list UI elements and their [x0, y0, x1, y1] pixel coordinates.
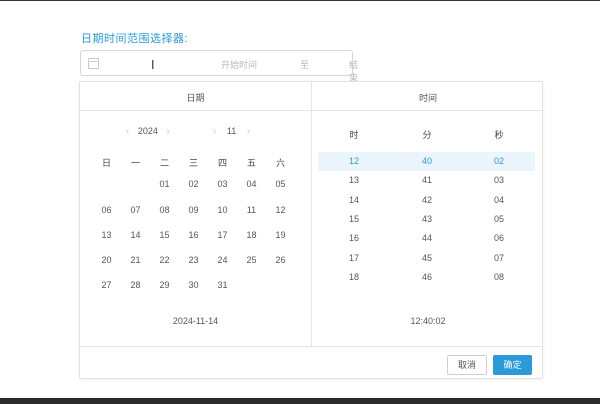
- time-column-header: 时: [349, 130, 359, 140]
- weekday-header: 六: [275, 158, 285, 168]
- chevron-left-icon[interactable]: ‹: [213, 126, 216, 137]
- second-option[interactable]: 08: [469, 268, 529, 287]
- calendar-day[interactable]: 20: [92, 250, 121, 270]
- hour-option[interactable]: 16: [324, 229, 384, 248]
- calendar-day[interactable]: 15: [150, 225, 179, 245]
- column-divider: [311, 82, 312, 346]
- chevron-right-icon[interactable]: ›: [247, 126, 250, 137]
- chevron-left-icon[interactable]: ‹: [126, 126, 129, 137]
- text-cursor-icon: I: [151, 58, 155, 72]
- calendar-day[interactable]: 31: [208, 275, 237, 295]
- hour-option[interactable]: 18: [324, 268, 384, 287]
- hour-option[interactable]: 15: [324, 210, 384, 229]
- hour-option[interactable]: 17: [324, 249, 384, 268]
- window-top-border: [0, 0, 600, 1]
- minute-option[interactable]: 43: [397, 210, 457, 229]
- page-label: 日期时间范围选择器:: [81, 33, 189, 45]
- calendar-day[interactable]: 09: [179, 200, 208, 220]
- minute-option[interactable]: 46: [397, 268, 457, 287]
- time-column-header: 秒: [494, 130, 504, 140]
- footer-divider: [80, 346, 542, 347]
- month-value[interactable]: 11: [227, 126, 236, 136]
- second-option[interactable]: 02: [469, 152, 529, 171]
- calendar-day[interactable]: 19: [266, 225, 295, 245]
- calendar-day[interactable]: 24: [208, 250, 237, 270]
- range-separator: 至: [300, 60, 310, 70]
- datetime-range-input[interactable]: 开始时间 至 结束时间: [80, 50, 358, 109]
- calendar-day[interactable]: 11: [237, 200, 266, 220]
- second-option[interactable]: 06: [469, 229, 529, 248]
- start-time-placeholder[interactable]: 开始时间: [221, 58, 257, 71]
- calendar-day[interactable]: 13: [92, 225, 121, 245]
- minute-option[interactable]: 45: [397, 249, 457, 268]
- calendar-day[interactable]: 08: [150, 200, 179, 220]
- calendar-day[interactable]: 29: [150, 275, 179, 295]
- month-nav: ‹ 11 ›: [213, 126, 250, 137]
- minute-option[interactable]: 40: [397, 152, 457, 171]
- datetime-picker-popup: 日期 时间 ‹ 2024 › ‹ 11 › 日一二三四五六 01 02 03 04 05…: [79, 81, 543, 379]
- weekday-header: 四: [217, 158, 227, 168]
- calendar-day[interactable]: 05: [266, 174, 295, 194]
- second-option[interactable]: 03: [469, 171, 529, 190]
- calendar-day[interactable]: 14: [121, 225, 150, 245]
- calendar-day[interactable]: 21: [121, 250, 150, 270]
- hour-option[interactable]: 14: [324, 191, 384, 210]
- calendar-day[interactable]: 23: [179, 250, 208, 270]
- minute-option[interactable]: 41: [397, 171, 457, 190]
- year-nav: ‹ 2024 ›: [126, 126, 170, 137]
- calendar-day[interactable]: 03: [208, 174, 237, 194]
- year-value[interactable]: 2024: [138, 126, 158, 136]
- calendar-day[interactable]: 22: [150, 250, 179, 270]
- calendar-icon: [88, 58, 99, 69]
- weekday-header: 二: [159, 158, 169, 168]
- minute-option[interactable]: 44: [397, 229, 457, 248]
- calendar-day[interactable]: 28: [121, 275, 150, 295]
- calendar-day[interactable]: 30: [179, 275, 208, 295]
- cancel-button[interactable]: 取消: [447, 355, 487, 375]
- calendar-day[interactable]: 18: [237, 225, 266, 245]
- second-option[interactable]: 04: [469, 191, 529, 210]
- calendar-day[interactable]: 06: [92, 200, 121, 220]
- calendar-day[interactable]: 02: [179, 174, 208, 194]
- calendar-day[interactable]: 26: [266, 250, 295, 270]
- chevron-right-icon[interactable]: ›: [166, 126, 169, 137]
- second-option[interactable]: 05: [469, 210, 529, 229]
- second-option[interactable]: 07: [469, 249, 529, 268]
- minute-option[interactable]: 42: [397, 191, 457, 210]
- confirm-button[interactable]: 确定: [493, 355, 532, 375]
- weekday-header: 五: [246, 158, 256, 168]
- weekday-header: 一: [130, 158, 140, 168]
- calendar-day[interactable]: 12: [266, 200, 295, 220]
- weekday-header: 日: [101, 158, 111, 168]
- calendar-day[interactable]: 07: [121, 200, 150, 220]
- hour-option[interactable]: 12: [324, 152, 384, 171]
- time-column-title: 时间: [418, 93, 437, 103]
- selected-time: 12:40:02: [410, 316, 446, 326]
- window-bottom-border: [0, 398, 600, 404]
- time-column-header: 分: [422, 130, 432, 140]
- weekday-header: 三: [188, 158, 198, 168]
- date-column-title: 日期: [186, 93, 205, 103]
- selected-date: 2024-11-14: [172, 316, 219, 326]
- calendar-day[interactable]: 25: [237, 250, 266, 270]
- calendar-day[interactable]: 04: [237, 174, 266, 194]
- hour-option[interactable]: 13: [324, 171, 384, 190]
- calendar-day[interactable]: 01: [150, 174, 179, 194]
- calendar-day[interactable]: 27: [92, 275, 121, 295]
- calendar-day[interactable]: 17: [208, 225, 237, 245]
- calendar-day[interactable]: 16: [179, 225, 208, 245]
- calendar-day[interactable]: 10: [208, 200, 237, 220]
